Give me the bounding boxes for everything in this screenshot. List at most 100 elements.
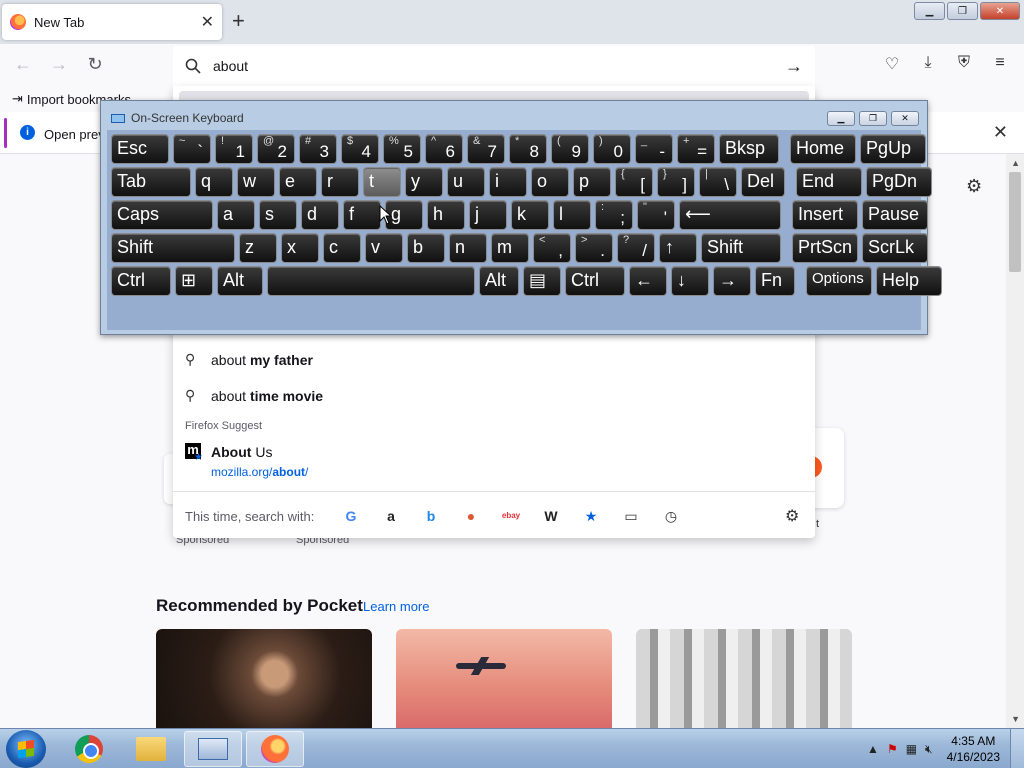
url-bar[interactable]: about → bbox=[173, 46, 815, 86]
restore-button[interactable]: ❐ bbox=[947, 2, 978, 20]
key-j[interactable]: j bbox=[469, 200, 507, 230]
ublock-shield-icon[interactable]: ⛨ bbox=[954, 54, 974, 72]
key-7[interactable]: & 7 bbox=[467, 134, 505, 164]
action-center-flag-icon[interactable]: ⚑ bbox=[887, 742, 898, 756]
clock[interactable]: 4:35 AM 4/16/2023 bbox=[947, 733, 1000, 765]
key-del[interactable]: Del bbox=[741, 167, 785, 197]
key-h[interactable]: h bbox=[427, 200, 465, 230]
key-2[interactable]: @2 bbox=[257, 134, 295, 164]
key-down[interactable]: ↓ bbox=[671, 266, 709, 296]
key-bksp[interactable]: Bksp bbox=[719, 134, 779, 164]
key-minus[interactable]: _ - bbox=[635, 134, 673, 164]
osk-titlebar[interactable]: On-Screen Keyboard bbox=[111, 111, 244, 125]
search-suggestion[interactable]: ⚲ about my father bbox=[185, 351, 313, 368]
key-rctrl[interactable]: Ctrl bbox=[565, 266, 625, 296]
key-t[interactable]: t bbox=[363, 167, 401, 197]
key-win[interactable]: ⊞ bbox=[175, 266, 213, 296]
pocket-learn-more-link[interactable]: Learn more bbox=[363, 599, 429, 614]
google-engine-icon[interactable]: G bbox=[341, 506, 361, 526]
key-esc[interactable]: Esc bbox=[111, 134, 169, 164]
key-caps[interactable]: Caps bbox=[111, 200, 213, 230]
search-settings-gear-icon[interactable]: ⚙ bbox=[785, 506, 799, 526]
key-equals[interactable]: + = bbox=[677, 134, 715, 164]
forward-icon[interactable]: → bbox=[48, 54, 70, 75]
key-up[interactable]: ↑ bbox=[659, 233, 697, 263]
key-lshift[interactable]: Shift bbox=[111, 233, 235, 263]
pocket-icon[interactable]: ♡ bbox=[882, 54, 902, 74]
taskbar-firefox[interactable] bbox=[246, 731, 304, 767]
key-scrlk[interactable]: ScrLk bbox=[862, 233, 928, 263]
wikipedia-engine-icon[interactable]: W bbox=[541, 506, 561, 526]
url-input[interactable]: about bbox=[213, 58, 785, 74]
key-right[interactable]: → bbox=[713, 266, 751, 296]
bing-engine-icon[interactable]: b bbox=[421, 506, 441, 526]
key-rbracket[interactable]: }] bbox=[657, 167, 695, 197]
key-o[interactable]: o bbox=[531, 167, 569, 197]
key-menu[interactable]: ▤ bbox=[523, 266, 561, 296]
key-k[interactable]: k bbox=[511, 200, 549, 230]
key-0[interactable]: ) 0 bbox=[593, 134, 631, 164]
key-rshift[interactable]: Shift bbox=[701, 233, 781, 263]
key-left[interactable]: ← bbox=[629, 266, 667, 296]
key-pause[interactable]: Pause bbox=[862, 200, 928, 230]
key-4[interactable]: $4 bbox=[341, 134, 379, 164]
pocket-story-image[interactable] bbox=[156, 629, 372, 729]
key-period[interactable]: >. bbox=[575, 233, 613, 263]
start-button[interactable] bbox=[6, 730, 46, 768]
key-1[interactable]: ! 1 bbox=[215, 134, 253, 164]
key-fn[interactable]: Fn bbox=[755, 266, 795, 296]
key-e[interactable]: e bbox=[279, 167, 317, 197]
key-5[interactable]: % 5 bbox=[383, 134, 421, 164]
go-arrow-icon[interactable]: → bbox=[785, 56, 803, 77]
pocket-story-image[interactable] bbox=[636, 629, 852, 729]
key-comma[interactable]: <, bbox=[533, 233, 571, 263]
network-icon[interactable]: ▦ bbox=[906, 742, 917, 756]
key-lbracket[interactable]: {[ bbox=[615, 167, 653, 197]
key-prtscn[interactable]: PrtScn bbox=[792, 233, 858, 263]
key-3[interactable]: #3 bbox=[299, 134, 337, 164]
key-9[interactable]: (9 bbox=[551, 134, 589, 164]
tab-close-icon[interactable]: ✕ bbox=[201, 12, 214, 32]
key-b[interactable]: b bbox=[407, 233, 445, 263]
pocket-story-image[interactable] bbox=[396, 629, 612, 729]
key-slash[interactable]: ? / bbox=[617, 233, 655, 263]
key-pgdn[interactable]: PgDn bbox=[866, 167, 932, 197]
key-f[interactable]: f bbox=[343, 200, 381, 230]
key-semicolon[interactable]: :; bbox=[595, 200, 633, 230]
key-pgup[interactable]: PgUp bbox=[860, 134, 926, 164]
key-n[interactable]: n bbox=[449, 233, 487, 263]
key-q[interactable]: q bbox=[195, 167, 233, 197]
key-backslash[interactable]: | \ bbox=[699, 167, 737, 197]
taskbar-chrome[interactable] bbox=[60, 731, 118, 767]
key-lalt[interactable]: Alt bbox=[217, 266, 263, 296]
show-hidden-icons-icon[interactable]: ▲ bbox=[867, 742, 879, 756]
scrollbar-thumb[interactable] bbox=[1009, 172, 1021, 272]
key-options[interactable]: Options bbox=[806, 266, 872, 296]
scroll-up-icon[interactable]: ▲ bbox=[1011, 158, 1020, 168]
key-6[interactable]: ^ 6 bbox=[425, 134, 463, 164]
key-enter[interactable]: ⟵ bbox=[679, 200, 781, 230]
key-i[interactable]: i bbox=[489, 167, 527, 197]
search-suggestion[interactable]: ⚲ about time movie bbox=[185, 387, 323, 404]
key-help[interactable]: Help bbox=[876, 266, 942, 296]
osk-close-button[interactable]: ✕ bbox=[891, 111, 919, 126]
key-u[interactable]: u bbox=[447, 167, 485, 197]
key-m[interactable]: m bbox=[491, 233, 529, 263]
bookmarks-engine-icon[interactable]: ★ bbox=[581, 506, 601, 526]
key-s[interactable]: s bbox=[259, 200, 297, 230]
minimize-button[interactable]: ▁ bbox=[914, 2, 945, 20]
ebay-engine-icon[interactable]: ebay bbox=[501, 506, 521, 526]
scroll-down-icon[interactable]: ▼ bbox=[1011, 714, 1020, 724]
close-notification-icon[interactable]: ✕ bbox=[993, 122, 1008, 143]
key-lctrl[interactable]: Ctrl bbox=[111, 266, 171, 296]
key-a[interactable]: a bbox=[217, 200, 255, 230]
menu-icon[interactable]: ≡ bbox=[990, 54, 1010, 72]
key-tilde[interactable]: ~ ` bbox=[173, 134, 211, 164]
key-l[interactable]: l bbox=[553, 200, 591, 230]
key-w[interactable]: w bbox=[237, 167, 275, 197]
show-desktop-button[interactable] bbox=[1010, 729, 1024, 768]
key-end[interactable]: End bbox=[796, 167, 862, 197]
download-icon[interactable]: ⤓ bbox=[918, 54, 938, 72]
key-ralt[interactable]: Alt bbox=[479, 266, 519, 296]
key-y[interactable]: y bbox=[405, 167, 443, 197]
